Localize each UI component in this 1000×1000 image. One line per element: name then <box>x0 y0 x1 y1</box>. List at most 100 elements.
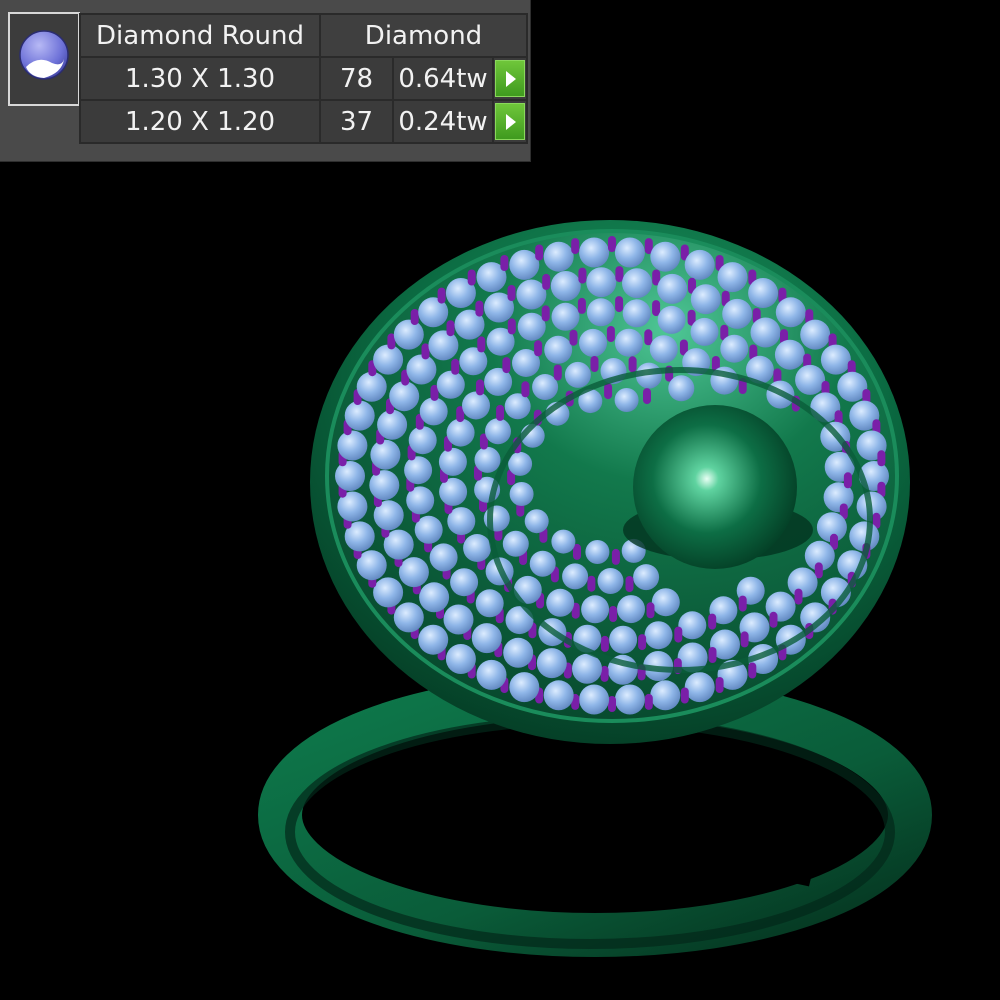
prong <box>748 662 757 679</box>
pave-stone <box>475 589 504 618</box>
pave-stone <box>504 393 531 420</box>
pave-stone <box>476 659 507 690</box>
play-arrow-icon <box>506 71 516 87</box>
prong <box>542 273 551 290</box>
pave-stone <box>543 241 574 272</box>
prong <box>606 326 615 342</box>
pave-stone <box>609 625 638 654</box>
pave-stone <box>586 298 615 327</box>
pave-stone <box>502 530 529 557</box>
prong <box>680 687 689 704</box>
pave-stone <box>373 344 404 375</box>
prong <box>535 244 544 261</box>
table-row[interactable]: 1.20 X 1.20 37 0.24tw <box>79 99 528 144</box>
prong <box>740 631 749 648</box>
pave-stone <box>617 595 645 624</box>
pave-stone <box>774 339 805 370</box>
pave-stone <box>800 319 831 350</box>
prong <box>609 606 618 622</box>
pave-stone <box>678 611 707 640</box>
pave-stone <box>517 312 546 341</box>
pave-stone <box>509 672 540 703</box>
pave-stone <box>485 418 511 445</box>
pave-stone <box>546 588 575 617</box>
prong <box>507 285 516 301</box>
pave-stone <box>622 299 651 328</box>
pave-stone <box>690 284 721 315</box>
pave-stone <box>419 582 450 613</box>
pave-stone <box>445 644 476 674</box>
prong <box>410 309 419 325</box>
select-arrow-button[interactable] <box>495 60 525 97</box>
pave-stone <box>398 557 429 588</box>
pave-stone <box>543 680 574 711</box>
pave-stone <box>551 302 580 331</box>
prong <box>577 297 586 314</box>
pave-stone <box>406 354 437 385</box>
stone-list-panel: Diamond Round Diamond 1.30 X 1.30 78 0.6… <box>0 0 531 162</box>
pave-stone <box>393 602 424 633</box>
pave-stone <box>550 271 581 301</box>
prong <box>644 329 653 346</box>
pave-stone <box>614 237 645 268</box>
pave-stone <box>651 588 680 617</box>
pave-stone <box>509 482 534 506</box>
prong <box>578 267 587 284</box>
stone-thumbnail[interactable] <box>8 12 80 106</box>
pave-stone <box>644 621 673 650</box>
pave-stone <box>536 648 567 679</box>
prong <box>608 236 616 252</box>
prong <box>877 450 886 467</box>
prong <box>502 357 511 374</box>
pave-stone <box>450 568 479 597</box>
pave-stone <box>750 317 781 348</box>
stone-table-header: Diamond Round Diamond <box>79 13 528 58</box>
prong <box>625 576 634 592</box>
pave-stone <box>429 543 458 572</box>
pave-stone <box>795 364 826 395</box>
pave-stone <box>474 446 501 473</box>
stone-weight: 0.64tw <box>392 56 494 101</box>
pave-stone <box>668 375 695 402</box>
prong <box>615 266 624 283</box>
pave-stone <box>614 388 639 412</box>
pave-stone <box>579 684 610 715</box>
pave-stone <box>443 604 474 635</box>
table-row[interactable]: 1.30 X 1.30 78 0.64tw <box>79 56 528 101</box>
prong <box>628 356 637 373</box>
prong <box>600 635 609 652</box>
pave-stone <box>389 381 420 412</box>
select-arrow-button[interactable] <box>495 103 525 140</box>
pave-stone <box>649 335 678 364</box>
prong <box>674 626 683 643</box>
pave-stone <box>463 534 492 562</box>
stone-size: 1.30 X 1.30 <box>79 56 321 101</box>
pave-stone <box>428 330 459 361</box>
pave-stone <box>650 241 681 272</box>
pave-stone <box>614 328 643 357</box>
pave-stone <box>418 624 449 655</box>
prong <box>569 329 578 346</box>
pave-stone <box>684 672 715 703</box>
pave-stone <box>657 273 688 304</box>
prong <box>451 358 460 375</box>
pave-stone <box>579 237 610 268</box>
prong <box>467 269 476 286</box>
prong <box>571 238 580 255</box>
prong <box>843 472 852 489</box>
pave-stone <box>344 400 375 431</box>
pave-stone <box>446 418 475 447</box>
pave-stone <box>684 249 715 280</box>
prong <box>604 383 613 400</box>
stone-table: Diamond Round Diamond 1.30 X 1.30 78 0.6… <box>79 13 528 144</box>
prong <box>794 588 803 605</box>
pave-stone <box>722 298 753 329</box>
pave-stone <box>471 623 502 654</box>
pave-stone <box>408 426 437 455</box>
round-diamond-icon <box>19 30 69 80</box>
pave-stone <box>657 305 686 334</box>
prong <box>553 364 562 381</box>
pave-stone <box>614 684 645 715</box>
pave-stone <box>586 267 617 298</box>
prong <box>643 388 651 405</box>
